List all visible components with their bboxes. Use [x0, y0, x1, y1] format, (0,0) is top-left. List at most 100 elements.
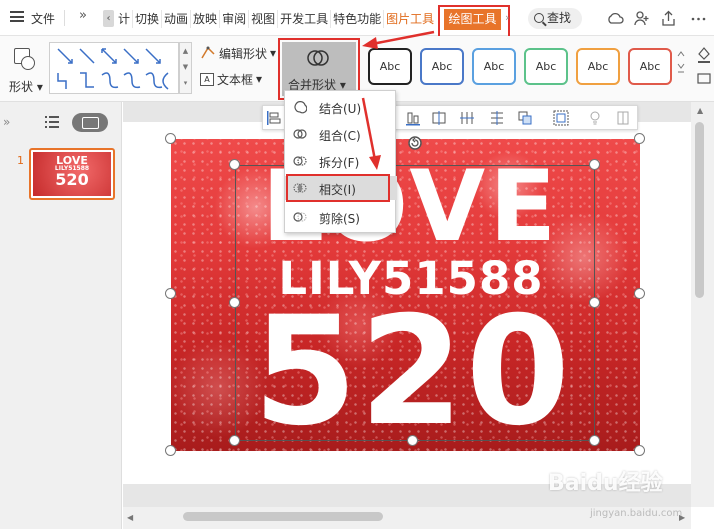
combine-icon	[293, 129, 307, 139]
tab-slideshow[interactable]: 放映	[191, 10, 221, 28]
resize-handle[interactable]	[165, 445, 176, 456]
shape-style-4[interactable]: Abc	[524, 48, 568, 85]
tab-review[interactable]: 审阅	[220, 10, 250, 28]
shape-style-5[interactable]: Abc	[576, 48, 620, 85]
tab-view[interactable]: 视图	[249, 10, 279, 28]
connector-lines-icon	[57, 48, 169, 90]
thumbnail-text-love: LOVE	[56, 154, 88, 167]
menu-item-label: 拆分(F)	[319, 156, 360, 170]
horizontal-scroll-thumb[interactable]	[183, 512, 383, 521]
resize-handle[interactable]	[589, 297, 600, 308]
tab-scroll-left-icon[interactable]: ‹	[103, 10, 114, 27]
align-left-icon[interactable]	[266, 110, 282, 126]
slide-thumbnail[interactable]: LOVE LILY51588 520	[29, 148, 115, 200]
outline-view-icon[interactable]	[45, 116, 59, 128]
tab-special[interactable]: 特色功能	[331, 10, 385, 28]
style-gallery-scroll-icon[interactable]	[676, 42, 686, 94]
thumbnail-image: LOVE LILY51588 520	[33, 152, 111, 196]
menu-item-label: 剪除(S)	[319, 212, 360, 226]
shape-style-1[interactable]: Abc	[368, 48, 412, 85]
watermark-logo: Baidu经验	[548, 471, 663, 496]
thumbnail-text-520: 520	[55, 170, 89, 189]
tab-developer[interactable]: 开发工具	[278, 10, 332, 28]
tab-animation[interactable]: 动画	[162, 10, 192, 28]
resize-handle[interactable]	[634, 288, 645, 299]
bring-forward-icon[interactable]	[517, 110, 533, 126]
resize-handle[interactable]	[589, 435, 600, 446]
resize-handle[interactable]	[229, 297, 240, 308]
resize-handle[interactable]	[165, 288, 176, 299]
resize-handle[interactable]	[407, 435, 418, 446]
menu-item-subtract[interactable]: 剪除(S)	[285, 205, 397, 229]
menu-item-fragment[interactable]: 拆分(F)	[285, 149, 397, 173]
distribute-horizontal-icon[interactable]	[431, 110, 447, 126]
expand-panel-icon[interactable]: »	[3, 115, 10, 129]
shape-label: 形状 ▾	[9, 80, 43, 94]
ribbon-tabs: 计 切换 动画 放映 审阅 视图 开发工具 特色功能 图片工具	[116, 10, 436, 28]
scroll-up-icon[interactable]: ▲	[697, 106, 703, 115]
gallery-scrollbar[interactable]: ▲ ▼ ▾	[179, 42, 192, 94]
scroll-left-icon[interactable]: ◀	[127, 513, 133, 522]
edit-shape-icon	[201, 46, 215, 59]
subtract-icon	[293, 212, 307, 222]
share-icon[interactable]	[660, 10, 677, 27]
resize-handle[interactable]	[634, 133, 645, 144]
fill-effects-icon[interactable]	[696, 44, 712, 94]
line-shapes-gallery[interactable]	[49, 42, 179, 94]
divider	[64, 10, 65, 26]
intersect-highlight-box	[286, 174, 390, 202]
resize-handle[interactable]	[229, 435, 240, 446]
shape-style-2[interactable]: Abc	[420, 48, 464, 85]
menu-bar: 文件 » ‹ 计 切换 动画 放映 审阅 视图 开发工具 特色功能 图片工具 绘…	[0, 0, 714, 41]
editing-canvas: LOVE LILY51588 520	[123, 102, 691, 507]
search-button[interactable]: 查找	[528, 8, 582, 29]
vertical-scroll-thumb[interactable]	[695, 122, 704, 298]
shape-style-6[interactable]: Abc	[628, 48, 672, 85]
more-tabs-icon[interactable]: »	[79, 8, 87, 23]
textbox-icon: A	[200, 72, 214, 86]
vertical-scrollbar[interactable]: ▲	[691, 102, 714, 507]
align-bottom-icon[interactable]	[405, 110, 421, 126]
edit-shape-button[interactable]: 编辑形状 ▾	[200, 44, 276, 62]
slides-panel: » 1 LOVE LILY51588 520	[0, 102, 122, 529]
crop-icon[interactable]	[615, 110, 631, 126]
shape-style-3[interactable]: Abc	[472, 48, 516, 85]
more-icon[interactable]	[690, 10, 707, 27]
tab-design[interactable]: 计	[116, 10, 134, 28]
tab-scroll-right-icon[interactable]: ›	[505, 11, 509, 24]
tab-transition[interactable]: 切换	[133, 10, 163, 28]
menu-item-label: 结合(U)	[319, 102, 362, 116]
search-label: 查找	[547, 11, 572, 25]
resize-handle[interactable]	[229, 159, 240, 170]
share-user-icon[interactable]	[633, 10, 650, 27]
resize-handle[interactable]	[165, 133, 176, 144]
tab-drawing-tools[interactable]: 绘图工具	[444, 9, 501, 30]
file-menu[interactable]: 文件	[31, 10, 55, 27]
tab-picture-tools[interactable]: 图片工具	[384, 10, 436, 28]
shape-circle-icon	[21, 56, 35, 70]
distribute-columns-icon[interactable]	[459, 110, 475, 126]
merge-shapes-dropdown: 结合(U) 组合(C) 拆分(F) 相交(I) 剪除(S)	[284, 90, 397, 233]
lightbulb-icon[interactable]	[587, 110, 603, 126]
slide[interactable]: LOVE LILY51588 520	[123, 122, 691, 484]
textbox-button[interactable]: A 文本框 ▾	[200, 70, 262, 88]
resize-handle[interactable]	[589, 159, 600, 170]
merge-shapes-icon	[307, 50, 329, 66]
group-icon[interactable]	[553, 110, 569, 126]
shape-button[interactable]: 形状 ▾	[6, 44, 46, 96]
menu-item-label: 组合(C)	[319, 129, 361, 143]
menu-item-combine[interactable]: 组合(C)	[285, 122, 397, 146]
merge-shapes-button[interactable]: 合并形状 ▾	[282, 42, 356, 96]
distribute-vertical-icon[interactable]	[489, 110, 505, 126]
menu-icon[interactable]	[10, 11, 24, 22]
slide-number: 1	[17, 154, 24, 167]
resize-handle[interactable]	[634, 445, 645, 456]
watermark-url: jingyan.baidu.com	[590, 508, 683, 519]
rotate-handle-icon[interactable]	[407, 135, 423, 151]
textbox-label: 文本框	[217, 72, 254, 87]
chevron-down-icon: ▾	[270, 46, 277, 60]
slide-view-toggle-icon[interactable]	[72, 113, 108, 132]
cloud-sync-icon[interactable]	[607, 10, 624, 27]
menu-item-union[interactable]: 结合(U)	[285, 95, 397, 119]
search-icon	[534, 13, 544, 23]
